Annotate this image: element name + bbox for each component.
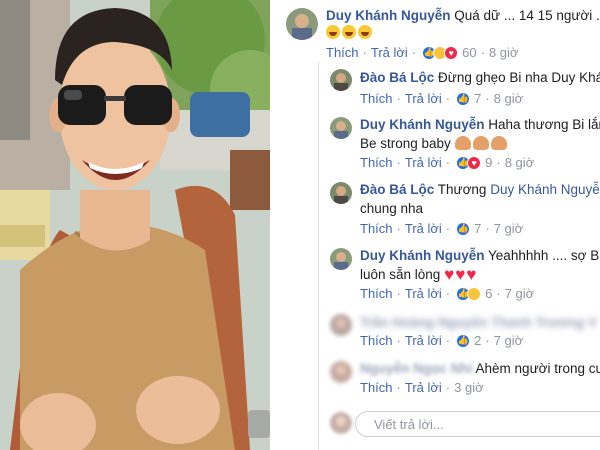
reaction-icons[interactable]: 👍 bbox=[456, 333, 471, 348]
comment-text: Thương bbox=[437, 182, 487, 197]
avatar[interactable] bbox=[330, 69, 352, 91]
comment-text: Quá dữ ... 14 15 người ... bbox=[454, 8, 600, 23]
haha-icon bbox=[467, 286, 482, 301]
photo-illustration bbox=[0, 0, 270, 450]
reaction-icons[interactable]: 👍 ♥ bbox=[456, 155, 482, 170]
love-icon: ♥ bbox=[467, 155, 482, 170]
comment-time[interactable]: 8 giờ bbox=[489, 45, 519, 60]
like-button[interactable]: Thích bbox=[360, 91, 393, 106]
comment-time[interactable]: 8 giờ bbox=[505, 155, 535, 170]
reply-input[interactable]: Viết trả lời... bbox=[355, 411, 600, 437]
like-icon: 👍 bbox=[456, 91, 471, 106]
like-button[interactable]: Thích bbox=[360, 286, 393, 301]
comment-text: Haha thương Bi lắm bbox=[488, 117, 600, 132]
reaction-icons[interactable]: 👍 bbox=[456, 286, 482, 301]
thread-line bbox=[318, 62, 319, 450]
like-icon: 👍 bbox=[456, 221, 471, 236]
avatar[interactable] bbox=[330, 361, 352, 383]
comment-text: Đừng ghẹo Bi nha Duy Khánh bbox=[438, 70, 600, 85]
reaction-count[interactable]: 60 bbox=[462, 45, 476, 60]
comment: Đào Bá Lộc Đừng ghẹo Bi nha Duy Khánh bbox=[360, 70, 600, 85]
avatar[interactable] bbox=[330, 117, 352, 139]
avatar[interactable] bbox=[330, 412, 352, 434]
comment: Trần Hoàng Nguyên Thanh Trương V bbox=[360, 315, 597, 330]
comment-author[interactable]: Đào Bá Lộc bbox=[360, 70, 434, 85]
reaction-icons[interactable]: 👍 bbox=[456, 91, 471, 106]
comment-author[interactable]: Duy Khánh Nguyễn bbox=[326, 8, 451, 23]
comment-actions: Thích · Trả lời · 👍 6 · 7 giờ bbox=[360, 286, 535, 301]
like-button[interactable]: Thích bbox=[360, 333, 393, 348]
comment-text: luôn sẵn lòng bbox=[360, 267, 441, 282]
comment-actions: Thích · Trả lời · 👍 2 · 7 giờ bbox=[360, 333, 524, 348]
love-icon: ♥ bbox=[444, 45, 459, 60]
comment-time[interactable]: 7 giờ bbox=[494, 333, 524, 348]
comment: Đào Bá Lộc Thương Duy Khánh Nguyễn bbox=[360, 182, 600, 197]
comment-time[interactable]: 7 giờ bbox=[505, 286, 535, 301]
reaction-count[interactable]: 7 bbox=[474, 221, 481, 236]
comment-author[interactable]: Đào Bá Lộc bbox=[360, 182, 434, 197]
reply-button[interactable]: Trả lời bbox=[405, 286, 442, 301]
comment-text: Yeahhhhh .... sợ Bi bbox=[488, 248, 600, 263]
like-icon: 👍 bbox=[456, 333, 471, 348]
comment-author[interactable]: Trần Hoàng Nguyên Thanh Trương V bbox=[360, 315, 597, 330]
muscle-emoji bbox=[490, 136, 507, 150]
comment-text: Ahèm người trong cuộc bbox=[475, 361, 600, 376]
reaction-count[interactable]: 6 bbox=[485, 286, 492, 301]
heart-emoji: ♥ bbox=[466, 265, 477, 284]
reaction-count[interactable]: 7 bbox=[474, 91, 481, 106]
reply-button[interactable]: Trả lời bbox=[405, 155, 442, 170]
comment-emojis bbox=[326, 25, 374, 40]
comment-author[interactable]: Duy Khánh Nguyễn bbox=[360, 117, 485, 132]
haha-emoji bbox=[358, 25, 372, 39]
comment-actions: Thích · Trả lời · 👍 ♥ 60 · 8 giờ bbox=[326, 45, 519, 60]
reply-button[interactable]: Trả lời bbox=[371, 45, 408, 60]
comment-text: Be strong baby bbox=[360, 136, 451, 151]
haha-emoji bbox=[342, 25, 356, 39]
comment-author[interactable]: Duy Khánh Nguyễn bbox=[360, 248, 485, 263]
comment-actions: Thích · Trả lời · 👍 7 · 7 giờ bbox=[360, 221, 524, 236]
comment-panel: Duy Khánh Nguyễn Quá dữ ... 14 15 người … bbox=[270, 0, 600, 450]
comment: Nguyễn Ngọc Nhi Ahèm người trong cuộc bbox=[360, 361, 600, 376]
comment-text-line2: Be strong baby bbox=[360, 136, 509, 151]
reaction-count[interactable]: 2 bbox=[474, 333, 481, 348]
reaction-icons[interactable]: 👍 bbox=[456, 221, 471, 236]
reply-button[interactable]: Trả lời bbox=[405, 380, 442, 395]
muscle-emoji bbox=[472, 136, 489, 150]
like-button[interactable]: Thích bbox=[360, 221, 393, 236]
photo bbox=[0, 0, 270, 450]
comment-time[interactable]: 8 giờ bbox=[494, 91, 524, 106]
comment: Duy Khánh Nguyễn Quá dữ ... 14 15 người … bbox=[326, 8, 600, 23]
reply-button[interactable]: Trả lời bbox=[405, 91, 442, 106]
reply-button[interactable]: Trả lời bbox=[405, 221, 442, 236]
avatar[interactable] bbox=[330, 314, 352, 336]
reaction-icons[interactable]: 👍 ♥ bbox=[422, 45, 459, 60]
like-button[interactable]: Thích bbox=[360, 380, 393, 395]
comment-time[interactable]: 7 giờ bbox=[494, 221, 524, 236]
heart-emoji: ♥ bbox=[444, 265, 455, 284]
muscle-emoji bbox=[454, 136, 471, 150]
avatar[interactable] bbox=[286, 8, 318, 40]
like-button[interactable]: Thích bbox=[326, 45, 359, 60]
comment-actions: Thích · Trả lời · 👍 ♥ 9 · 8 giờ bbox=[360, 155, 535, 170]
comment-text-line2: luôn sẵn lòng ♥♥♥ bbox=[360, 265, 477, 285]
reaction-count[interactable]: 9 bbox=[485, 155, 492, 170]
heart-emoji: ♥ bbox=[455, 265, 466, 284]
comment: Duy Khánh Nguyễn Haha thương Bi lắm bbox=[360, 117, 600, 132]
comment-actions: Thích · Trả lời · 3 giờ bbox=[360, 380, 484, 395]
comment-time[interactable]: 3 giờ bbox=[454, 380, 484, 395]
mention-link[interactable]: Duy Khánh Nguyễn bbox=[490, 182, 600, 197]
like-button[interactable]: Thích bbox=[360, 155, 393, 170]
haha-emoji bbox=[326, 25, 340, 39]
reply-button[interactable]: Trả lời bbox=[405, 333, 442, 348]
comment-actions: Thích · Trả lời · 👍 7 · 8 giờ bbox=[360, 91, 524, 106]
comment-text-line2: chung nha bbox=[360, 201, 424, 216]
reply-placeholder: Viết trả lời... bbox=[374, 417, 444, 432]
comment-author[interactable]: Nguyễn Ngọc Nhi bbox=[360, 361, 473, 376]
avatar[interactable] bbox=[330, 248, 352, 270]
avatar[interactable] bbox=[330, 182, 352, 204]
comment: Duy Khánh Nguyễn Yeahhhhh .... sợ Bi bbox=[360, 248, 600, 263]
